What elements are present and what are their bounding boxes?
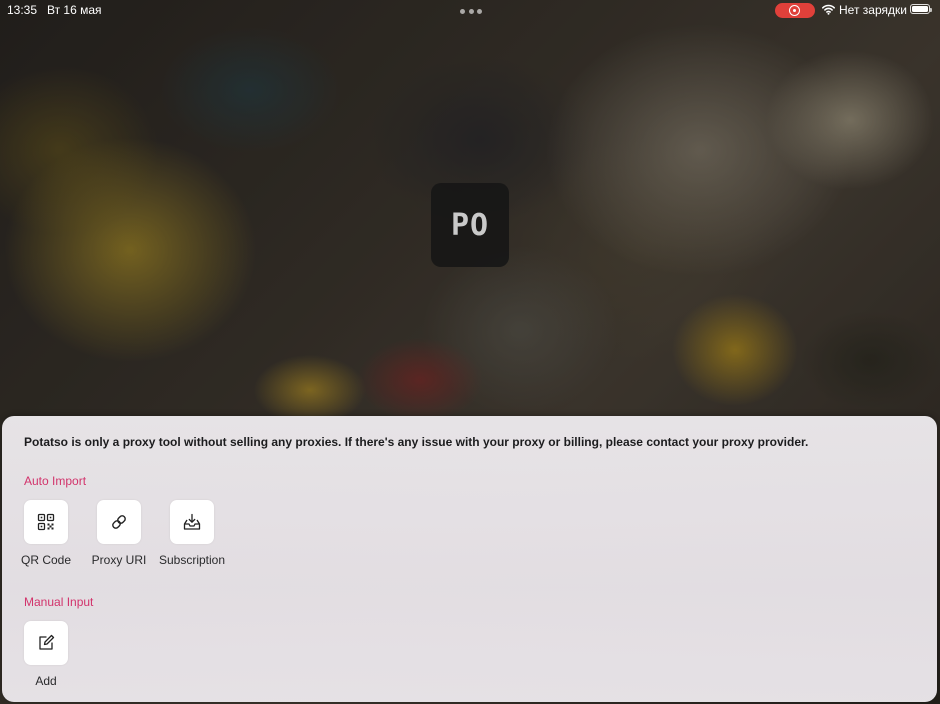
add-proxy-sheet: Potatso is only a proxy tool without sel…: [2, 416, 937, 702]
record-icon: [789, 5, 800, 16]
qr-code-label: QR Code: [20, 553, 72, 567]
screen-recording-indicator[interactable]: [775, 3, 815, 18]
add-button[interactable]: [24, 621, 68, 665]
inbox-download-icon: [183, 513, 201, 530]
section-title-auto-import: Auto Import: [24, 474, 87, 488]
subscription-label: Subscription: [158, 553, 226, 567]
proxy-uri-button[interactable]: [97, 500, 141, 544]
status-time: 13:35: [7, 3, 38, 17]
qr-code-icon: [37, 513, 55, 531]
proxy-uri-label: Proxy URI: [91, 553, 147, 567]
qr-code-option[interactable]: QR Code: [6, 500, 86, 567]
edit-icon: [39, 634, 55, 650]
multitasking-menu-icon[interactable]: [460, 9, 482, 14]
disclaimer-text: Potatso is only a proxy tool without sel…: [24, 435, 809, 449]
wifi-icon: [822, 4, 835, 15]
app-logo-text: PO: [450, 207, 490, 243]
add-label: Add: [35, 674, 57, 688]
battery-icon: [910, 4, 932, 14]
status-date: Вт 16 мая: [47, 3, 102, 17]
subscription-option[interactable]: Subscription: [152, 500, 232, 567]
app-screen: 13:35 Вт 16 мая Нет зарядки PO Potatso i…: [0, 0, 940, 704]
qr-code-button[interactable]: [24, 500, 68, 544]
status-bar: 13:35 Вт 16 мая Нет зарядки: [0, 0, 940, 20]
proxy-uri-option[interactable]: Proxy URI: [79, 500, 159, 567]
subscription-button[interactable]: [170, 500, 214, 544]
link-icon: [112, 515, 126, 529]
app-logo: PO: [431, 183, 509, 267]
charging-status-text: Нет зарядки: [839, 3, 907, 17]
section-title-manual-input: Manual Input: [24, 595, 94, 609]
add-option[interactable]: Add: [6, 621, 86, 688]
